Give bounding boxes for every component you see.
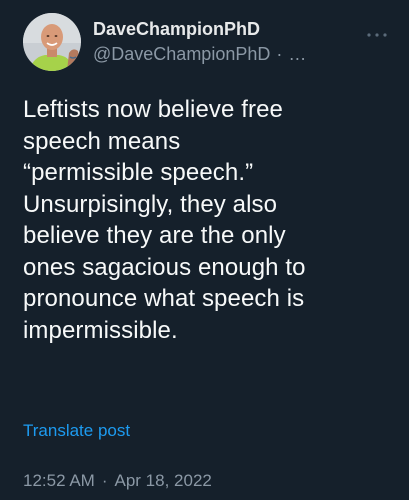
- tweet-date: Apr 18, 2022: [114, 471, 212, 490]
- handle-truncation: …: [288, 44, 307, 64]
- tweet-text-line: “permissible speech.”: [23, 159, 254, 186]
- author-avatar[interactable]: [23, 13, 81, 71]
- author-display-name[interactable]: DaveChampionPhD: [93, 19, 260, 40]
- timestamp-separator: ·: [101, 471, 108, 490]
- handle-separator: ·: [276, 44, 283, 64]
- author-handle-row: @DaveChampionPhD ·…: [93, 44, 306, 65]
- tweet: DaveChampionPhD @DaveChampionPhD ·… Lefti…: [0, 0, 409, 500]
- tweet-text-line: Leftists now believe free: [23, 96, 283, 123]
- tweet-text-line: pronounce what speech is: [23, 285, 305, 312]
- tweet-time: 12:52 AM: [23, 471, 95, 490]
- author-handle[interactable]: @DaveChampionPhD: [93, 44, 270, 64]
- translate-post-link[interactable]: Translate post: [23, 421, 130, 441]
- tweet-text-line: ones sagacious enough to: [23, 253, 306, 281]
- tweet-text-line: speech means: [23, 127, 181, 155]
- tweet-timestamp[interactable]: 12:52 AM · Apr 18, 2022: [23, 471, 212, 491]
- tweet-text-line: impermissible.: [23, 316, 178, 344]
- tweet-text-line: believe they are the only: [23, 222, 286, 249]
- more-horizontal-icon[interactable]: [365, 28, 389, 40]
- tweet-text-line: Unsurpisingly, they also: [23, 190, 278, 218]
- avatar-photo-icon: [23, 13, 81, 71]
- tweet-text: Leftists now believe free speech means “…: [23, 94, 393, 346]
